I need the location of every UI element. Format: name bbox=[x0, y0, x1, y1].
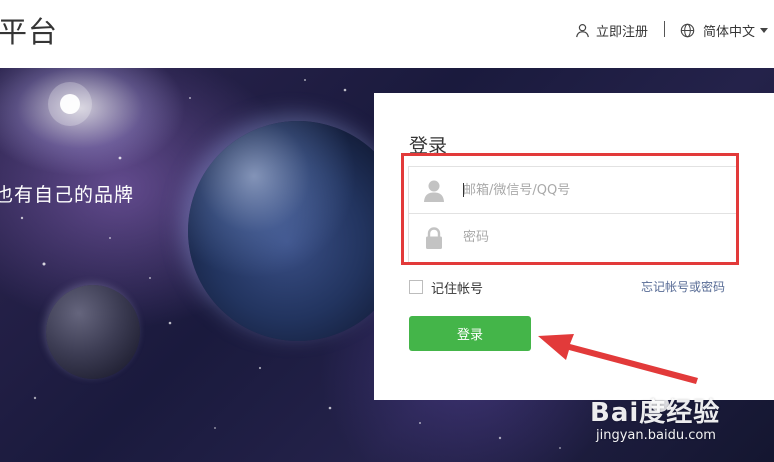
banner-slogan: 也有自己的品牌 bbox=[0, 184, 135, 206]
watermark-url: jingyan.baidu.com bbox=[596, 428, 716, 443]
remember-checkbox[interactable] bbox=[409, 280, 423, 294]
remember-account[interactable]: 记住帐号 bbox=[409, 278, 484, 297]
brand-title: 平台 bbox=[0, 15, 59, 49]
caret-down-icon bbox=[760, 27, 769, 33]
language-label: 简体中文 bbox=[703, 24, 756, 40]
register-link[interactable]: 立即注册 bbox=[575, 19, 648, 41]
login-button[interactable]: 登录 bbox=[409, 316, 531, 351]
header: 平台 立即注册 简体中文 bbox=[0, 0, 774, 68]
watermark-logo: Bai度经验 bbox=[590, 398, 721, 428]
baidu-jingyan-watermark: Bai度经验 jingyan.baidu.com bbox=[590, 382, 770, 458]
language-selector[interactable]: 简体中文 bbox=[680, 19, 769, 41]
user-icon bbox=[576, 23, 589, 37]
forgot-link[interactable]: 忘记帐号或密码 bbox=[641, 278, 725, 296]
annotation-highlight-box bbox=[401, 153, 739, 265]
remember-label: 记住帐号 bbox=[431, 281, 484, 297]
annotation-arrow bbox=[538, 334, 698, 384]
nav-divider bbox=[664, 21, 665, 37]
globe-icon bbox=[680, 23, 695, 37]
register-label: 立即注册 bbox=[596, 24, 649, 40]
moon-illustration bbox=[46, 285, 140, 379]
